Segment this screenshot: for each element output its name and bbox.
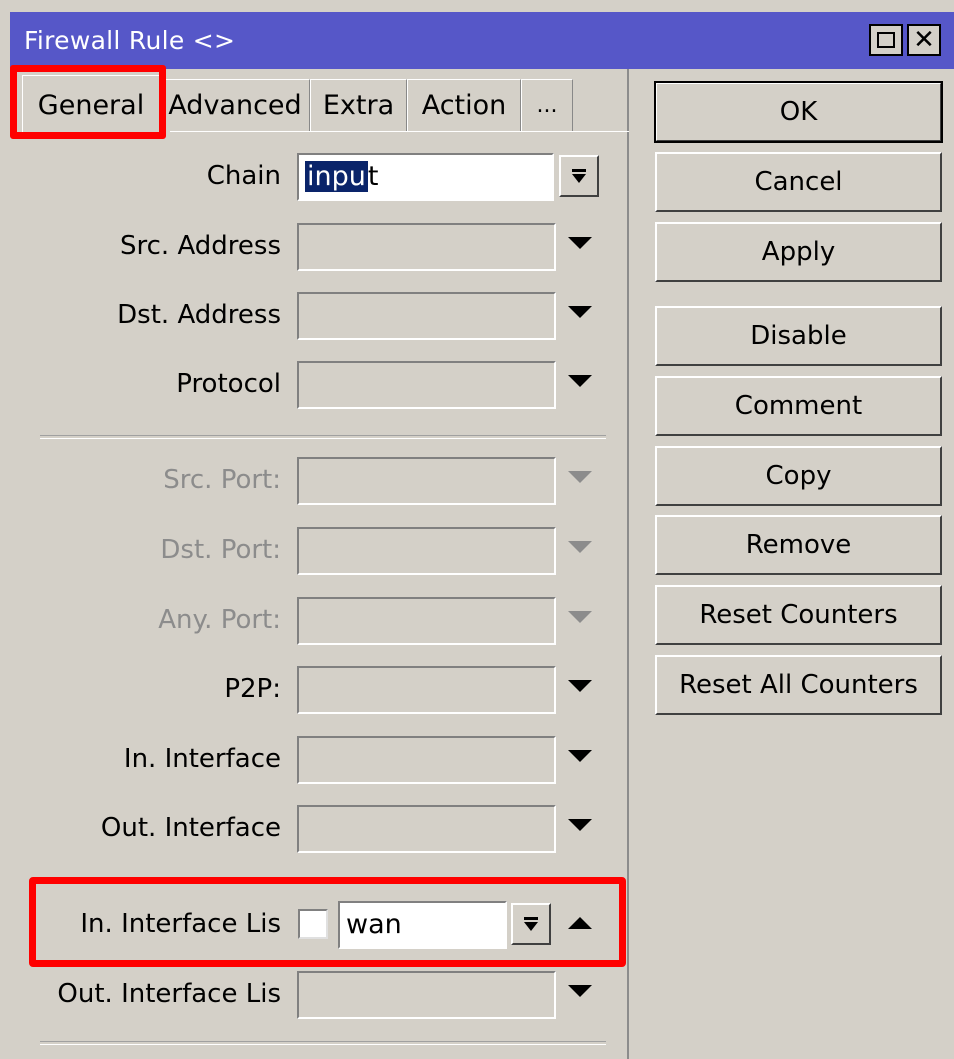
in-interface-list-dropdown-button[interactable]	[511, 903, 551, 945]
protocol-expand-icon[interactable]	[568, 375, 592, 387]
separator	[40, 435, 606, 439]
copy-button[interactable]: Copy	[655, 446, 942, 506]
out-interface-row: Out. Interface	[10, 805, 629, 855]
close-icon: ✕	[913, 25, 935, 55]
out-interface-expand-icon[interactable]	[568, 819, 592, 831]
tab-label: ...	[536, 93, 558, 118]
in-interface-input[interactable]	[297, 736, 556, 784]
ok-button[interactable]: OK	[654, 81, 943, 143]
reset-all-counters-button[interactable]: Reset All Counters	[655, 655, 942, 715]
disable-button[interactable]: Disable	[655, 306, 942, 366]
protocol-label: Protocol	[176, 369, 281, 399]
out-interface-list-input[interactable]	[297, 971, 556, 1019]
tab-divider	[170, 131, 629, 132]
dst-address-input[interactable]	[297, 292, 556, 340]
chain-label: Chain	[206, 161, 281, 191]
window-title: Firewall Rule <>	[24, 26, 236, 55]
protocol-row: Protocol	[10, 361, 629, 411]
general-tab-highlight	[10, 65, 166, 139]
in-interface-row: In. Interface	[10, 736, 629, 786]
chain-input[interactable]: input	[297, 153, 554, 201]
tab-label: Extra	[322, 90, 395, 121]
in-interface-list-negate-checkbox[interactable]	[298, 909, 328, 939]
p2p-label: P2P:	[224, 674, 281, 704]
any-port-label: Any. Port:	[158, 605, 281, 635]
button-panel: OK Cancel Apply Disable Comment Copy Rem…	[629, 69, 954, 1059]
tab-more[interactable]: ...	[521, 79, 573, 131]
p2p-input[interactable]	[297, 666, 556, 714]
in-interface-list-collapse-icon[interactable]	[568, 917, 592, 929]
out-interface-input[interactable]	[297, 805, 556, 853]
chain-rest-text: t	[367, 161, 379, 192]
title-bar: Firewall Rule <> ✕	[10, 12, 954, 69]
chain-row: Chain input	[10, 153, 629, 203]
in-interface-list-input[interactable]: wan	[338, 901, 507, 949]
any-port-row: Any. Port:	[10, 597, 629, 647]
dropdown-icon	[572, 169, 586, 183]
dst-address-expand-icon[interactable]	[568, 306, 592, 318]
reset-counters-button[interactable]: Reset Counters	[655, 585, 942, 645]
tab-bar: General Advanced Extra Action ...	[10, 65, 629, 139]
in-interface-expand-icon[interactable]	[568, 750, 592, 762]
protocol-input[interactable]	[297, 361, 556, 409]
src-port-expand-icon	[568, 471, 592, 483]
tab-label: Action	[421, 90, 507, 121]
dst-port-label: Dst. Port:	[160, 535, 281, 565]
src-address-input[interactable]	[297, 223, 556, 271]
out-interface-list-expand-icon[interactable]	[568, 985, 592, 997]
close-button[interactable]: ✕	[907, 24, 941, 56]
in-interface-label: In. Interface	[123, 744, 281, 774]
apply-button[interactable]: Apply	[655, 222, 942, 282]
remove-button[interactable]: Remove	[655, 515, 942, 575]
in-interface-list-label: In. Interface Lis	[80, 909, 281, 939]
src-address-row: Src. Address	[10, 223, 629, 273]
dropdown-icon	[524, 917, 538, 931]
maximize-icon	[877, 32, 895, 48]
out-interface-label: Out. Interface	[100, 813, 281, 843]
tab-extra[interactable]: Extra	[310, 79, 407, 131]
src-port-row: Src. Port:	[10, 457, 629, 507]
src-port-label: Src. Port:	[163, 465, 281, 495]
tab-label: Advanced	[168, 90, 302, 121]
p2p-expand-icon[interactable]	[568, 680, 592, 692]
dst-address-row: Dst. Address	[10, 292, 629, 342]
src-address-expand-icon[interactable]	[568, 237, 592, 249]
p2p-row: P2P:	[10, 666, 629, 716]
out-interface-list-row: Out. Interface Lis	[10, 971, 629, 1021]
any-port-expand-icon	[568, 611, 592, 623]
dst-port-row: Dst. Port:	[10, 527, 629, 577]
general-tab-panel: General Advanced Extra Action ... Chain …	[10, 65, 629, 1059]
dst-port-input	[297, 527, 556, 575]
separator	[40, 1041, 606, 1045]
src-address-label: Src. Address	[120, 231, 281, 261]
any-port-input	[297, 597, 556, 645]
chain-dropdown-button[interactable]	[559, 155, 599, 197]
dst-address-label: Dst. Address	[117, 300, 281, 330]
maximize-button[interactable]	[869, 24, 903, 56]
in-interface-list-row: In. Interface Lis wan	[10, 901, 629, 951]
chain-selected-text: inpu	[305, 161, 368, 192]
tab-action[interactable]: Action	[407, 79, 521, 131]
cancel-button[interactable]: Cancel	[655, 152, 942, 212]
src-port-input	[297, 457, 556, 505]
tab-advanced[interactable]: Advanced	[160, 79, 310, 131]
dst-port-expand-icon	[568, 541, 592, 553]
comment-button[interactable]: Comment	[655, 376, 942, 436]
out-interface-list-label: Out. Interface Lis	[57, 979, 281, 1009]
